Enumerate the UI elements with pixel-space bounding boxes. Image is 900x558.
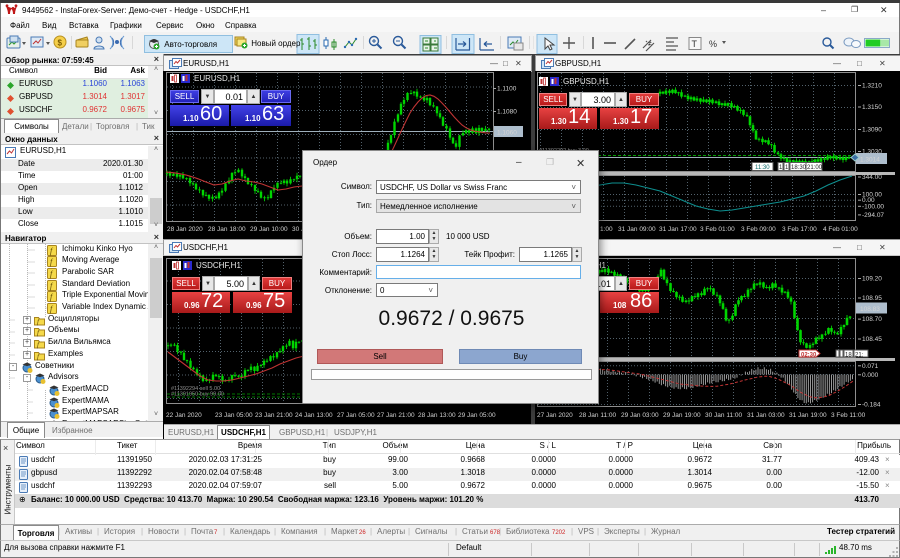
svg-text:≠: ≠ [648,41,652,48]
svg-text:23 Jan 05:00: 23 Jan 05:00 [215,412,253,419]
svg-text:30 Jan 11:00: 30 Jan 11:00 [705,412,742,419]
svg-text:27 Jan 21:00: 27 Jan 21:00 [377,412,415,419]
svg-text:29 Jan 03:00: 29 Jan 03:00 [621,412,659,419]
svg-text:1.3150: 1.3150 [862,104,882,111]
svg-text:27 Jan 05:00: 27 Jan 05:00 [337,412,375,419]
svg-text:31 Jan 03:00: 31 Jan 03:00 [747,412,785,419]
svg-text:11:30: 11:30 [755,165,770,171]
svg-text:18:30: 18:30 [791,165,807,171]
svg-text:1.3090: 1.3090 [862,127,882,134]
svg-text:-100.00: -100.00 [862,203,884,210]
svg-text:31 Jan 17:00: 31 Jan 17:00 [659,226,697,233]
svg-text:3 Feb 17:00: 3 Feb 17:00 [782,226,817,233]
svg-text:-0.184: -0.184 [862,402,881,409]
svg-text:18: 18 [845,353,852,359]
svg-text:108.95: 108.95 [862,295,882,302]
svg-text:1:00: 1:00 [600,226,613,233]
svg-text:1.3210: 1.3210 [862,83,882,90]
svg-text:21:00: 21:00 [807,165,823,171]
svg-text:T: T [692,39,698,49]
svg-text:0.071: 0.071 [862,363,879,370]
svg-text:344.00: 344.00 [862,174,882,181]
svg-text:3 Feb 09:00: 3 Feb 09:00 [741,226,776,233]
svg-text:1.3014: 1.3014 [860,157,880,164]
svg-text:0.000: 0.000 [862,372,879,379]
svg-text:28 Jan 2020: 28 Jan 2020 [167,226,203,233]
svg-text:108.70: 108.70 [862,316,882,323]
svg-text:28 Jan 18:00: 28 Jan 18:00 [208,226,246,233]
svg-text:4 Feb 01:00: 4 Feb 01:00 [823,226,858,233]
svg-text:%: % [709,39,717,49]
svg-text:28 Jan 11:00: 28 Jan 11:00 [579,412,616,419]
svg-text:29 Jan 05:00: 29 Jan 05:00 [458,412,496,419]
svg-text:1.1080: 1.1080 [497,109,517,116]
svg-text:-294.07: -294.07 [862,212,884,219]
svg-text:24 Jan 13:00: 24 Jan 13:00 [295,412,333,419]
svg-text:108.45: 108.45 [862,336,882,343]
svg-text:3 Feb 11:00: 3 Feb 11:00 [831,412,866,419]
svg-text:29 Jan 19:00: 29 Jan 19:00 [663,412,701,419]
svg-text:23 Jan 21:00: 23 Jan 21:00 [255,412,293,419]
svg-text:109.20: 109.20 [862,276,882,283]
svg-text:31 Jan 09:00: 31 Jan 09:00 [618,226,656,233]
svg-text:#11391950 buy 99.00: #11391950 buy 99.00 [171,392,224,398]
svg-text:28 Jan 13:00: 28 Jan 13:00 [418,412,456,419]
svg-text:22 Jan 2020: 22 Jan 2020 [166,412,202,419]
svg-text:1.1060: 1.1060 [497,130,517,137]
svg-text:1.1100: 1.1100 [497,86,517,93]
svg-text:21:: 21: [855,353,864,359]
svg-text:29 Jan 10:00: 29 Jan 10:00 [250,226,288,233]
svg-text:3 Feb 01:00: 3 Feb 01:00 [700,226,735,233]
svg-text:02:30: 02:30 [801,353,817,359]
svg-text:31 Jan 19:00: 31 Jan 19:00 [789,412,827,419]
svg-text:108.83: 108.83 [860,306,880,313]
svg-text:27 Jan 2020: 27 Jan 2020 [537,412,573,419]
